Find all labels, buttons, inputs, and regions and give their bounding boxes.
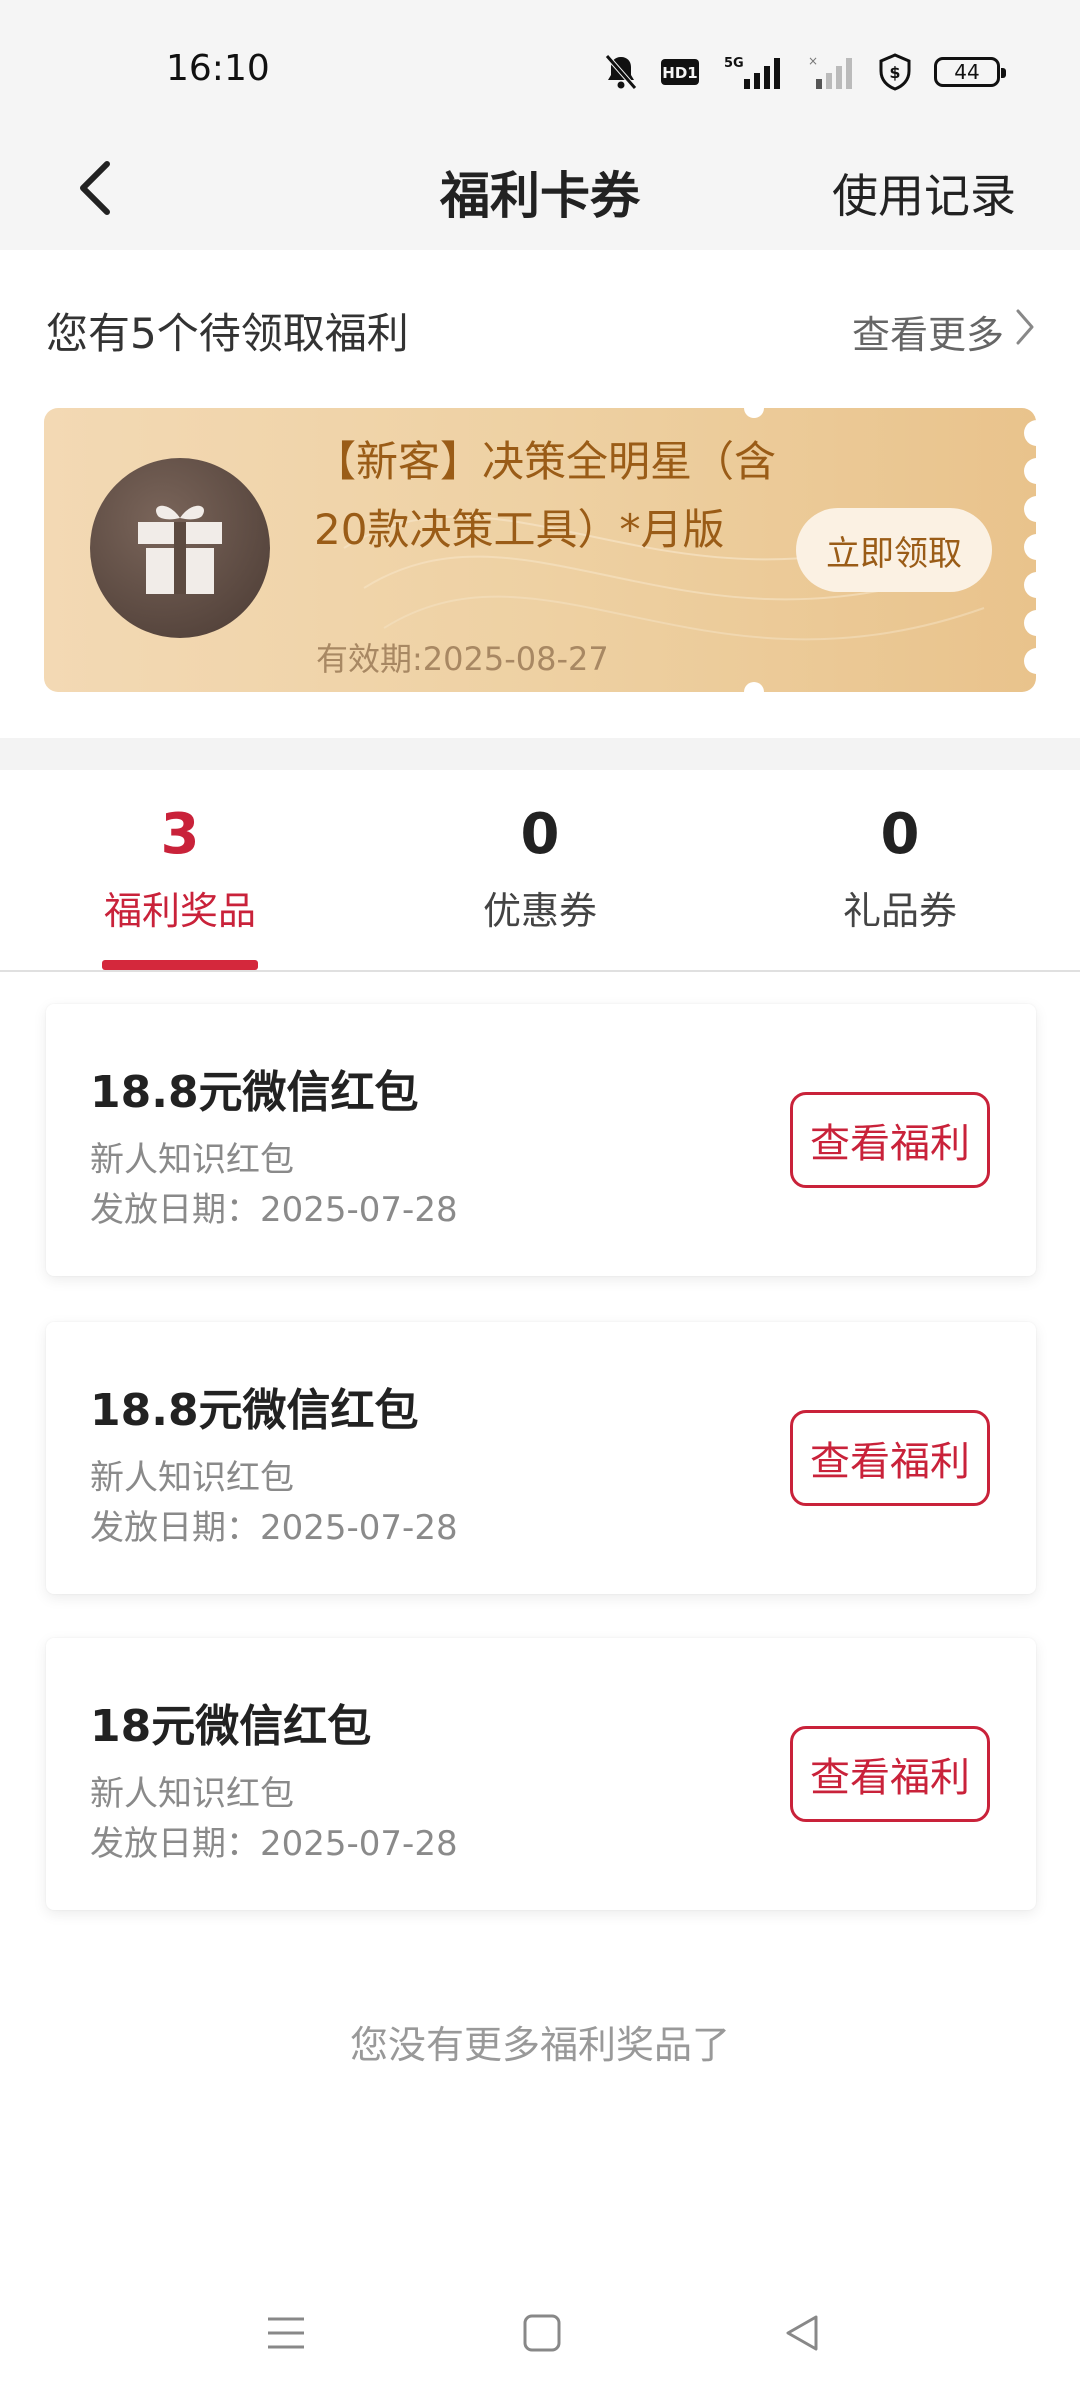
reward-subtitle: 新人知识红包 (90, 1458, 294, 1498)
mute-bell-icon (604, 54, 638, 90)
tab-bar: 3 福利奖品 0 优惠券 0 礼品券 (0, 770, 1080, 972)
tab-discount-coupons[interactable]: 0 优惠券 (415, 800, 665, 935)
battery-icon: 44 (934, 57, 1006, 87)
tab-count: 3 (160, 802, 200, 867)
reward-title: 18元微信红包 (90, 1701, 372, 1752)
reward-subtitle: 新人知识红包 (90, 1774, 294, 1814)
tab-count: 0 (520, 802, 560, 867)
svg-text:5G: 5G (724, 56, 744, 71)
back-nav-button[interactable] (772, 2310, 832, 2360)
view-reward-button[interactable]: 查看福利 (790, 1410, 990, 1506)
usage-record-link[interactable]: 使用记录 (832, 160, 1016, 226)
reward-card: 18元微信红包 新人知识红包 发放日期：2025-07-28 查看福利 (46, 1638, 1036, 1910)
recents-button[interactable] (256, 2310, 316, 2360)
coupon-expiry: 有效期:2025-08-27 (316, 640, 609, 678)
active-tab-indicator (102, 960, 258, 970)
home-button[interactable] (512, 2310, 572, 2360)
section-divider (0, 738, 1080, 770)
signal-weak-icon: × (808, 53, 856, 91)
menu-icon (266, 2315, 306, 2355)
tab-welfare-prizes[interactable]: 3 福利奖品 (55, 800, 305, 935)
coupon-perforation (1022, 408, 1036, 692)
triangle-back-icon (782, 2313, 822, 2357)
pending-rewards-row: 您有5个待领取福利 查看更多 (0, 250, 1080, 390)
reward-subtitle: 新人知识红包 (90, 1140, 294, 1180)
tab-label: 福利奖品 (103, 889, 256, 933)
tab-gift-coupons[interactable]: 0 礼品券 (775, 800, 1025, 935)
hd-icon: HD1 (660, 57, 700, 87)
svg-text:HD1: HD1 (662, 64, 697, 82)
view-more-label: 查看更多 (851, 313, 1004, 357)
status-icons: HD1 5G × $ 44 (604, 50, 1006, 94)
app-header: 福利卡券 使用记录 (0, 130, 1080, 250)
chevron-right-icon (1014, 307, 1036, 356)
square-icon (522, 2313, 562, 2357)
system-nav-bar (0, 2290, 1080, 2380)
status-time: 16:10 (166, 48, 270, 89)
gift-icon (134, 496, 226, 600)
signal-5g-icon: 5G (722, 53, 786, 91)
view-reward-button[interactable]: 查看福利 (790, 1726, 990, 1822)
tab-label: 优惠券 (482, 889, 597, 933)
claim-now-button[interactable]: 立即领取 (796, 508, 992, 592)
svg-text:×: × (808, 54, 818, 68)
status-bar: 16:10 HD1 5G × $ 44 (0, 0, 1080, 130)
tab-count: 0 (880, 802, 920, 867)
end-of-list-note: 您没有更多福利奖品了 (349, 2023, 730, 2067)
reward-title: 18.8元微信红包 (90, 1385, 419, 1436)
reward-date: 发放日期：2025-07-28 (90, 1508, 458, 1548)
reward-card: 18.8元微信红包 新人知识红包 发放日期：2025-07-28 查看福利 (46, 1004, 1036, 1276)
reward-date: 发放日期：2025-07-28 (90, 1824, 458, 1864)
view-reward-button[interactable]: 查看福利 (790, 1092, 990, 1188)
battery-level: 44 (954, 60, 980, 84)
reward-title: 18.8元微信红包 (90, 1067, 419, 1118)
reward-date: 发放日期：2025-07-28 (90, 1190, 458, 1230)
reward-card: 18.8元微信红包 新人知识红包 发放日期：2025-07-28 查看福利 (46, 1322, 1036, 1594)
tab-label: 礼品券 (842, 889, 957, 933)
coupon-avatar (90, 458, 270, 638)
coupon-title: 【新客】决策全明星（含20款决策工具）*月版 (314, 437, 777, 554)
svg-text:$: $ (889, 63, 900, 82)
view-more-link[interactable]: 查看更多 (852, 304, 1036, 359)
shield-dollar-icon: $ (878, 53, 912, 91)
pending-rewards-title: 您有5个待领取福利 (46, 309, 409, 358)
new-customer-coupon[interactable]: 【新客】决策全明星（含20款决策工具）*月版 有效期:2025-08-27 立即… (44, 408, 1036, 692)
